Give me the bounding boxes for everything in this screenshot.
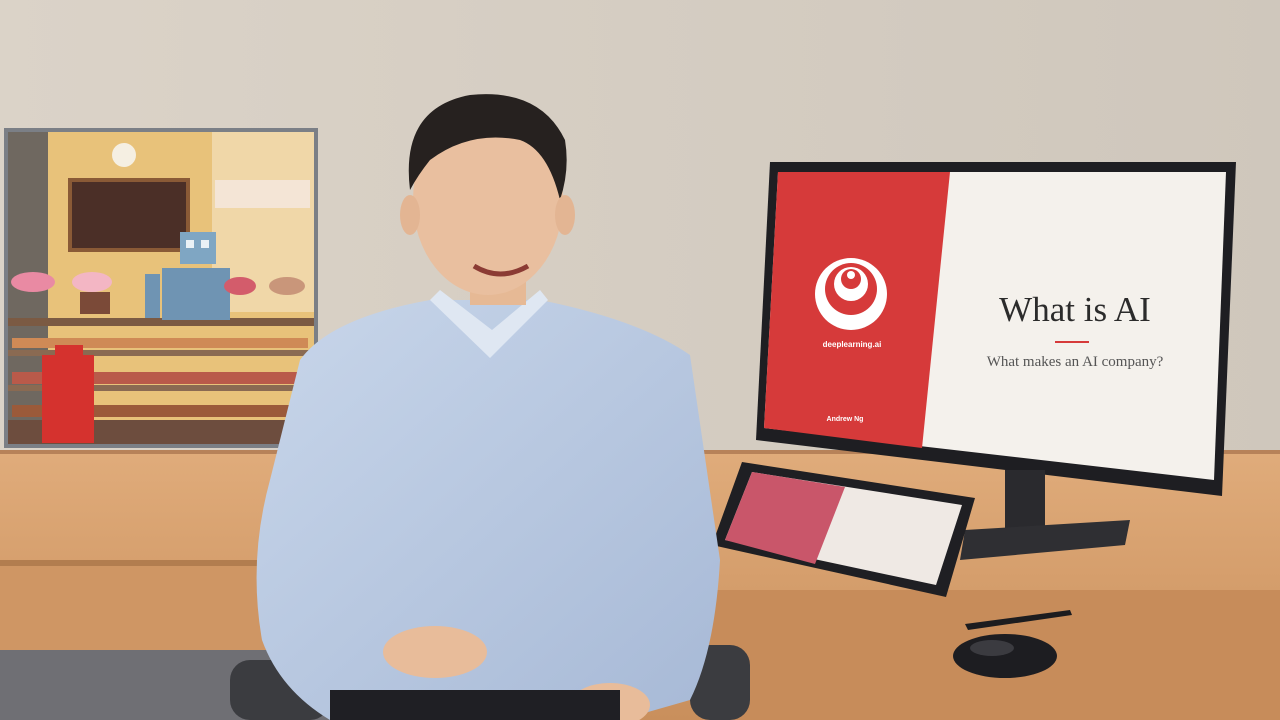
slide-subtitle: What makes an AI company? <box>986 354 1164 370</box>
bakery-painting <box>4 128 318 448</box>
slide-title: What is AI <box>999 290 1151 329</box>
deeplearning-logo <box>815 258 887 330</box>
red-toy <box>42 355 94 443</box>
mouse <box>953 634 1057 678</box>
slide-divider <box>1055 341 1089 343</box>
author-label: Andrew Ng <box>826 416 864 423</box>
lamp <box>112 143 136 167</box>
brand-label: deeplearning.ai <box>822 340 882 349</box>
chalkboard <box>68 178 190 252</box>
